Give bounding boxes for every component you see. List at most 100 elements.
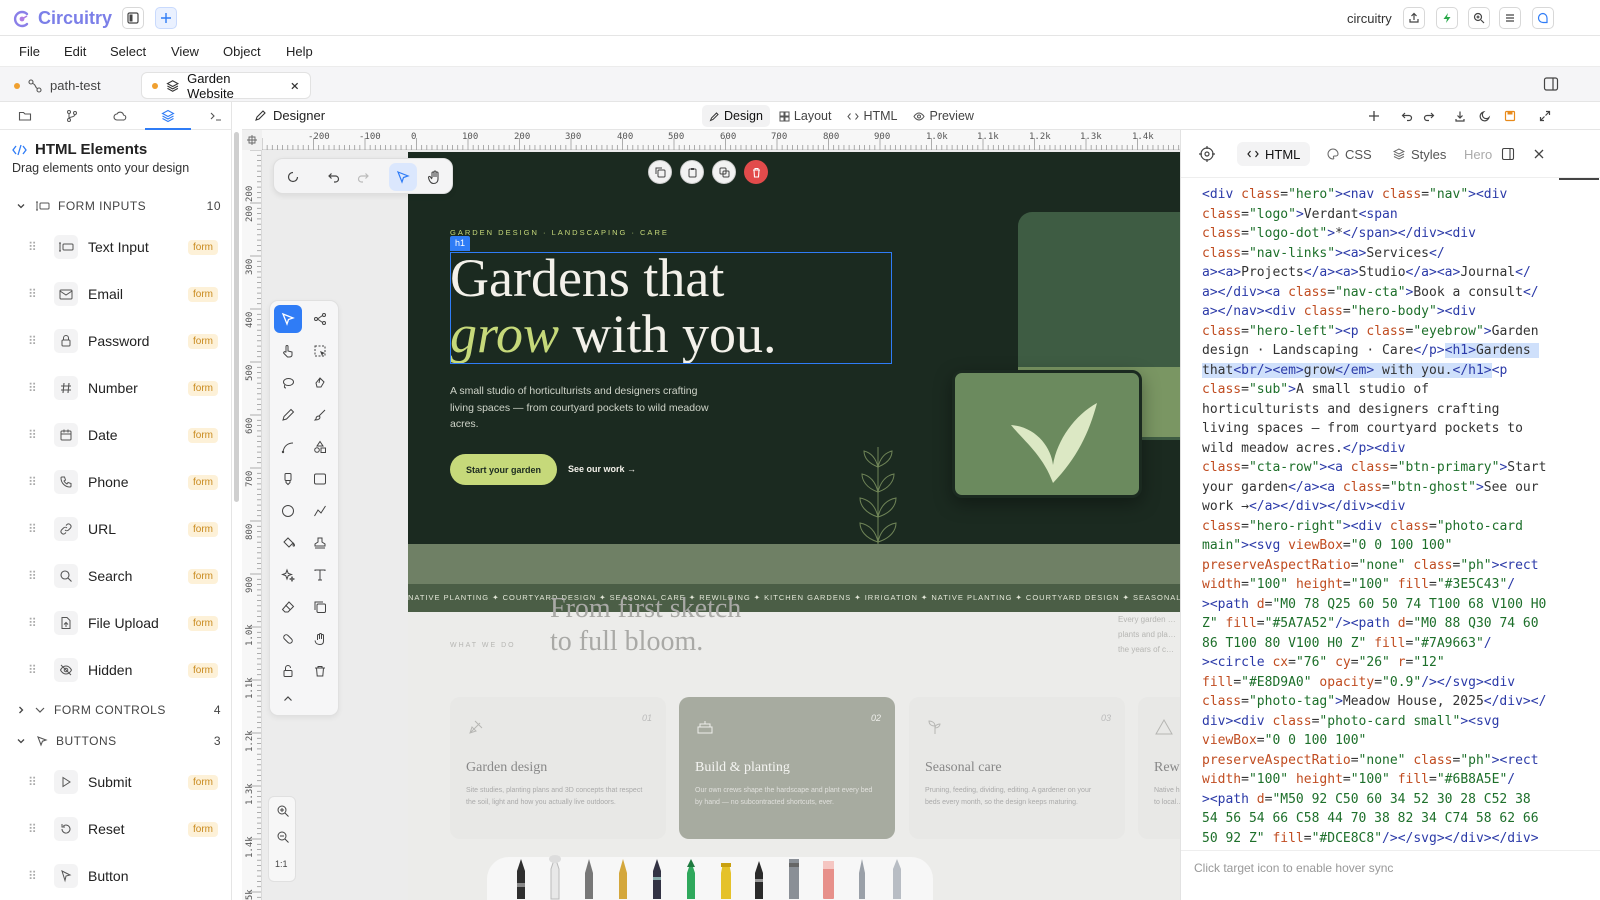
element-email[interactable]: ⠿ Email form: [28, 275, 218, 313]
chat-button[interactable]: [1532, 7, 1554, 29]
select-tool[interactable]: [274, 305, 302, 333]
sparkle-tool[interactable]: [274, 561, 302, 589]
drag-handle-icon[interactable]: ⠿: [28, 569, 38, 583]
service-card[interactable]: 01 Garden design Site studies, planting …: [450, 697, 666, 839]
mode-html-button[interactable]: HTML: [840, 105, 904, 127]
ellipse-tool[interactable]: [274, 497, 302, 525]
panel-layout-icon[interactable]: [1501, 147, 1515, 161]
marquee-tool[interactable]: [306, 337, 334, 365]
terminal-icon[interactable]: [209, 109, 223, 123]
drag-handle-icon[interactable]: ⠿: [28, 616, 38, 630]
zoom-in-icon[interactable]: [276, 804, 290, 818]
see-work-link[interactable]: See our work →: [568, 464, 636, 474]
share-button[interactable]: [1403, 7, 1425, 29]
element-url[interactable]: ⠿ URL form: [28, 510, 218, 548]
zoom-out-icon[interactable]: [276, 830, 290, 844]
close-icon[interactable]: [290, 81, 300, 91]
cloud-icon[interactable]: [113, 109, 127, 123]
tab-html[interactable]: HTML: [1237, 142, 1311, 166]
pan-tool[interactable]: [274, 337, 302, 365]
tab-styles[interactable]: Styles: [1387, 142, 1452, 166]
tab-path-test[interactable]: path-test: [4, 72, 111, 99]
lightning-button[interactable]: [1436, 7, 1458, 29]
element-phone[interactable]: ⠿ Phone form: [28, 463, 218, 501]
element-file-upload[interactable]: ⠿ File Upload form: [28, 604, 218, 642]
paste-button[interactable]: [680, 160, 704, 184]
split-panel-icon[interactable]: [1543, 76, 1559, 92]
undo-icon[interactable]: [327, 170, 341, 184]
menu-file[interactable]: File: [19, 44, 40, 59]
marker-tool[interactable]: [274, 465, 302, 493]
download-icon[interactable]: [1454, 110, 1466, 122]
element-password[interactable]: ⠿ Password form: [28, 322, 218, 360]
fill-tool[interactable]: [274, 529, 302, 557]
lock-tool[interactable]: [274, 657, 302, 685]
hand-icon[interactable]: [427, 169, 443, 185]
element-reset[interactable]: ⠿ Reset form: [28, 810, 218, 848]
selection-outline[interactable]: [450, 252, 892, 364]
curve-tool[interactable]: [274, 433, 302, 461]
brush-tool[interactable]: [306, 401, 334, 429]
drag-handle-icon[interactable]: ⠿: [28, 240, 38, 254]
folder-icon[interactable]: [18, 109, 32, 123]
zoom-search-button[interactable]: [1468, 7, 1490, 29]
marquee-strip[interactable]: NATIVE PLANTING ✦ COURTYARD DESIGN ✦ SEA…: [408, 584, 1180, 612]
mode-layout-button[interactable]: Layout: [772, 105, 839, 127]
drag-handle-icon[interactable]: ⠿: [28, 334, 38, 348]
bandage-tool[interactable]: [274, 625, 302, 653]
duplicate-button[interactable]: [712, 160, 736, 184]
sidebar-toggle-button[interactable]: [122, 7, 144, 29]
zoom-reset-button[interactable]: 1:1: [275, 859, 288, 869]
drag-handle-icon[interactable]: ⠿: [28, 522, 38, 536]
photo-card-small[interactable]: [952, 370, 1142, 498]
git-branch-icon[interactable]: [65, 109, 79, 123]
drag-handle-icon[interactable]: ⠿: [28, 428, 38, 442]
element-number[interactable]: ⠿ Number form: [28, 369, 218, 407]
stamp-tool[interactable]: [306, 529, 334, 557]
node-tool[interactable]: [306, 305, 334, 333]
workspace-name[interactable]: circuitry: [1347, 11, 1392, 26]
drag-handle-icon[interactable]: ⠿: [28, 287, 38, 301]
menu-help[interactable]: Help: [286, 44, 313, 59]
category-buttons[interactable]: BUTTONS 3: [16, 731, 221, 751]
element-submit[interactable]: ⠿ Submit form: [28, 763, 218, 801]
redo-icon[interactable]: [356, 170, 370, 184]
hero-subtext[interactable]: A small studio of horticulturists and de…: [450, 383, 720, 433]
menu-view[interactable]: View: [171, 44, 199, 59]
target-icon[interactable]: [1199, 146, 1215, 162]
brush-tray-icons[interactable]: [507, 855, 917, 900]
clone-tool[interactable]: [306, 593, 334, 621]
service-card[interactable]: Rew… Native h… to local…: [1138, 697, 1180, 839]
service-card[interactable]: 03 Seasonal care Pruning, feeding, divid…: [909, 697, 1125, 839]
left-panel-scrollbar[interactable]: [232, 102, 242, 900]
select-tool-button[interactable]: [389, 163, 417, 191]
drag-handle-icon[interactable]: ⠿: [28, 775, 38, 789]
collapse-tools-button[interactable]: [274, 685, 302, 713]
section-title[interactable]: From first sketch to full bloom.: [550, 592, 741, 658]
element-date[interactable]: ⠿ Date form: [28, 416, 218, 454]
element-text-input[interactable]: ⠿ Text Input form: [28, 228, 218, 266]
element-button[interactable]: ⠿ Button: [28, 857, 218, 895]
plus-icon[interactable]: [1368, 110, 1380, 122]
menu-select[interactable]: Select: [110, 44, 146, 59]
theme-icon[interactable]: [1479, 110, 1491, 122]
expand-icon[interactable]: [1539, 110, 1551, 122]
eraser-tool[interactable]: [274, 593, 302, 621]
drag-handle-icon[interactable]: ⠿: [28, 663, 38, 677]
text-tool[interactable]: [306, 561, 334, 589]
category-form-controls[interactable]: FORM CONTROLS 4: [16, 700, 221, 720]
drag-handle-icon[interactable]: ⠿: [28, 381, 38, 395]
grab-tool[interactable]: [306, 625, 334, 653]
hero-eyebrow[interactable]: GARDEN DESIGN · LANDSCAPING · CARE: [450, 228, 669, 237]
lasso-tool[interactable]: [274, 369, 302, 397]
start-garden-button[interactable]: Start your garden: [450, 454, 557, 485]
service-card[interactable]: 02 Build & planting Our own crews shape …: [679, 697, 895, 839]
drag-handle-icon[interactable]: ⠿: [28, 869, 38, 883]
pencil-tool[interactable]: [274, 401, 302, 429]
rectangle-tool[interactable]: [306, 465, 334, 493]
category-form-inputs[interactable]: FORM INPUTS 10: [16, 196, 221, 216]
element-search[interactable]: ⠿ Search form: [28, 557, 218, 595]
elements-tab[interactable]: [145, 102, 191, 130]
drag-handle-icon[interactable]: ⠿: [28, 475, 38, 489]
menu-button[interactable]: [1499, 7, 1521, 29]
